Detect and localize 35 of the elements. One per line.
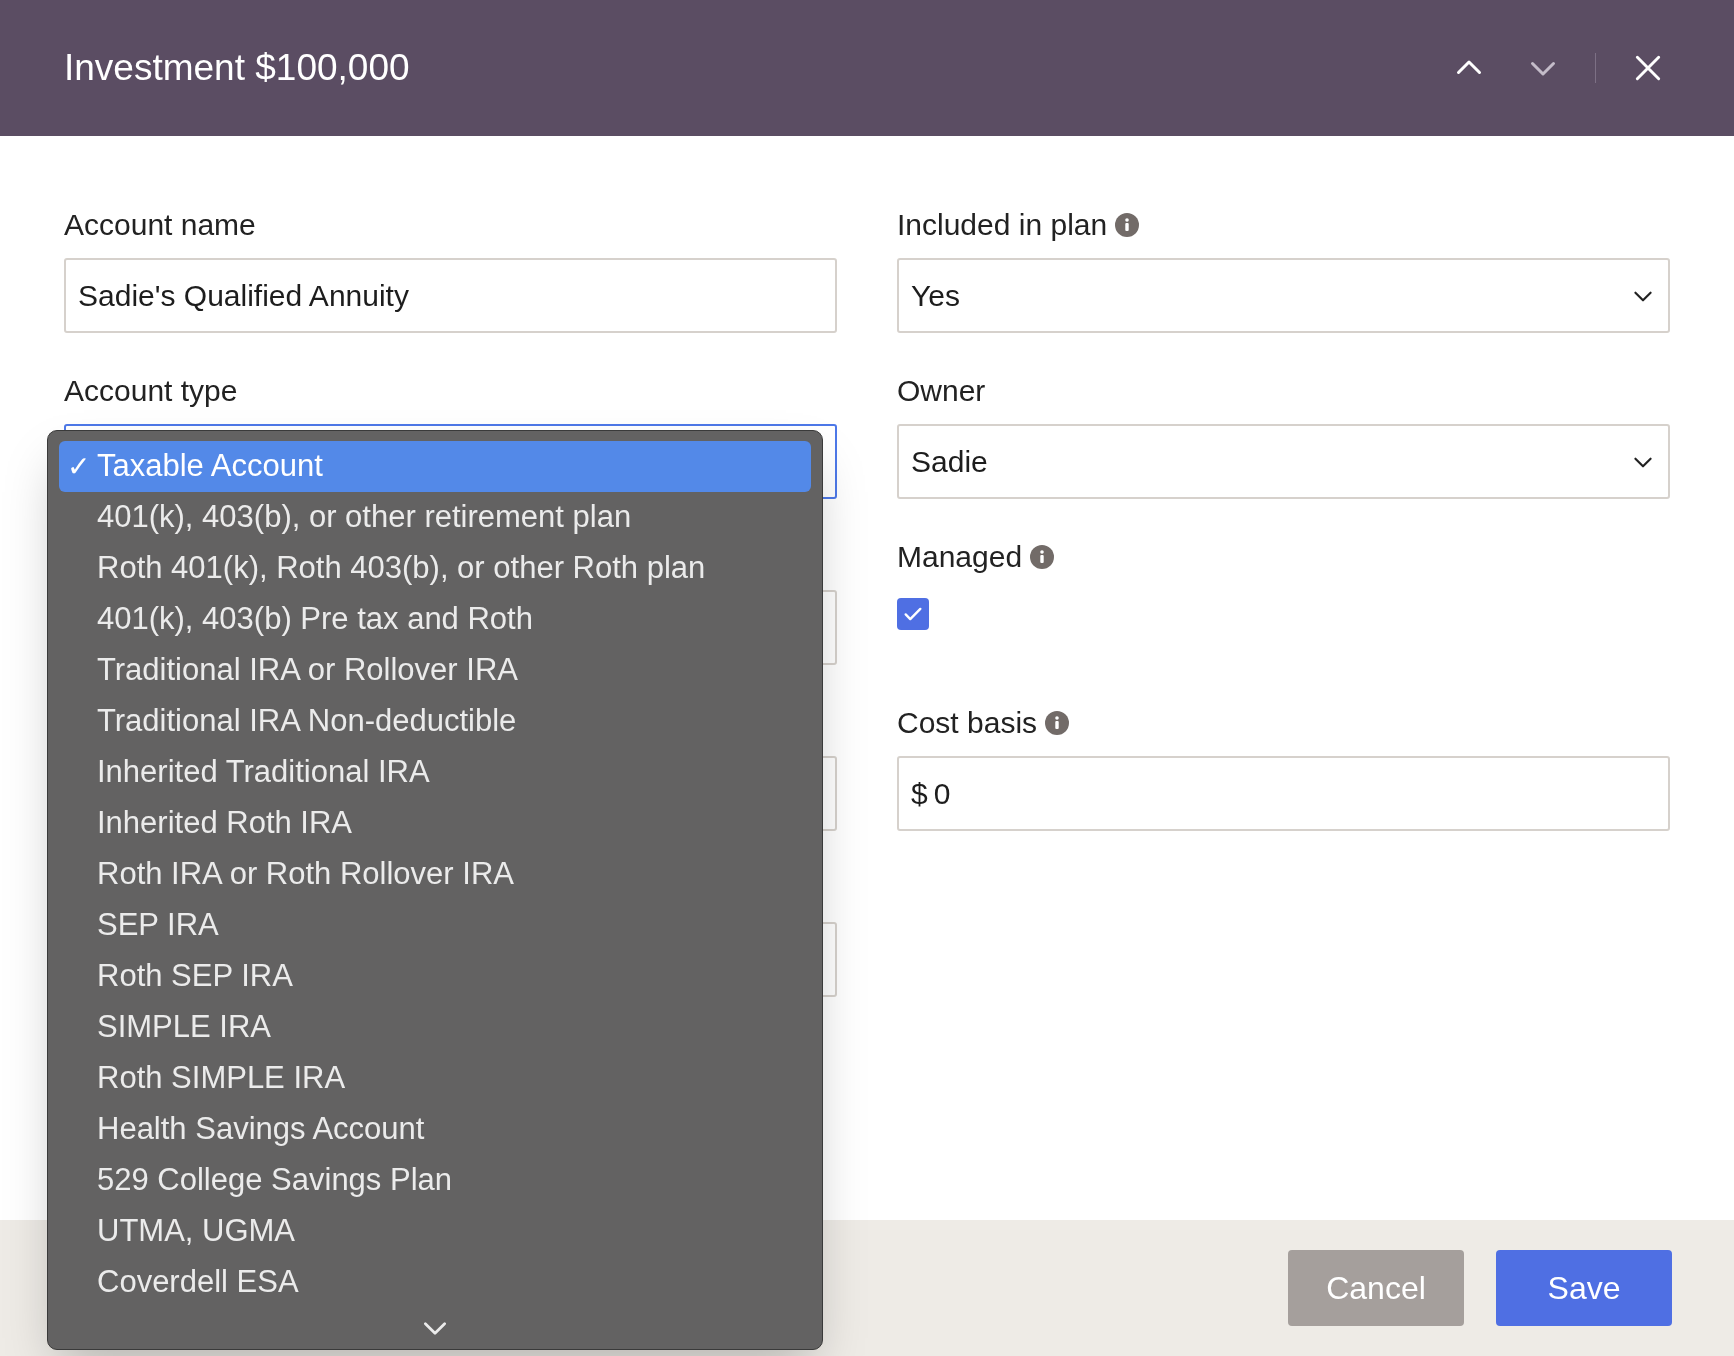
dropdown-option[interactable]: UTMA, UGMA	[59, 1206, 811, 1257]
dropdown-option[interactable]: 401(k), 403(b), or other retirement plan	[59, 492, 811, 543]
field-label: Included in plan	[897, 210, 1108, 240]
dropdown-option[interactable]: SIMPLE IRA	[59, 1002, 811, 1053]
field-label: Account name	[64, 210, 256, 240]
field-label: Account type	[64, 376, 238, 406]
select-field[interactable]: Yes	[897, 258, 1670, 333]
dropdown-option[interactable]: ✓ Taxable Account	[59, 441, 811, 492]
dropdown-option[interactable]: Roth IRA or Roth Rollover IRA	[59, 849, 811, 900]
dropdown-option[interactable]: SEP IRA	[59, 900, 811, 951]
dropdown-option[interactable]: Roth 401(k), Roth 403(b), or other Roth plan	[59, 543, 811, 594]
scroll-down-icon	[424, 1322, 446, 1335]
field-label: Managed	[897, 542, 1023, 572]
dropdown-option[interactable]: Traditional IRA Non-deductible	[59, 696, 811, 747]
cancel-button[interactable]: Cancel	[1288, 1250, 1464, 1326]
select-field[interactable]: Sadie	[897, 424, 1670, 499]
dropdown-option[interactable]: Inherited Roth IRA	[59, 798, 811, 849]
field-label: Cost basis	[897, 708, 1038, 738]
input-field[interactable]: $ 0	[897, 756, 1670, 831]
dropdown-option[interactable]: Roth SIMPLE IRA	[59, 1053, 811, 1104]
input-field[interactable]: Sadie's Qualified Annuity	[64, 258, 837, 333]
save-button[interactable]: Save	[1496, 1250, 1672, 1326]
dropdown-option[interactable]: Coverdell ESA	[59, 1257, 811, 1308]
dropdown-option[interactable]: Inherited Traditional IRA	[59, 747, 811, 798]
dropdown-option[interactable]: Health Savings Account	[59, 1104, 811, 1155]
info-icon[interactable]	[1045, 711, 1070, 735]
dropdown-option[interactable]: Roth SEP IRA	[59, 951, 811, 1002]
field-label: Owner	[897, 376, 986, 406]
dropdown-option[interactable]: 529 College Savings Plan	[59, 1155, 811, 1206]
dialog-title: Investment $100,000	[64, 46, 411, 91]
checkbox[interactable]	[897, 598, 929, 630]
info-icon[interactable]	[1030, 545, 1055, 569]
info-icon[interactable]	[1115, 213, 1140, 237]
dropdown-option[interactable]: Traditional IRA or Rollover IRA	[59, 645, 811, 696]
dropdown-option[interactable]: 401(k), 403(b) Pre tax and Roth	[59, 594, 811, 645]
